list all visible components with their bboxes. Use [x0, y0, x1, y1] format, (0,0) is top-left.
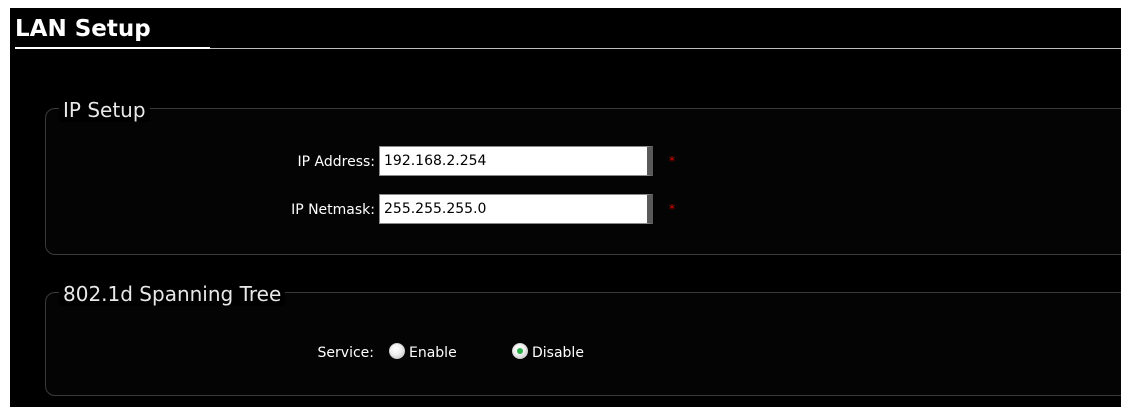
service-enable-label[interactable]: Enable [409, 344, 457, 362]
ip-netmask-input[interactable] [379, 194, 653, 224]
ip-setup-group [45, 108, 1121, 255]
service-disable-label[interactable]: Disable [532, 344, 584, 362]
spanning-tree-legend: 802.1d Spanning Tree [59, 282, 286, 306]
service-label: Service: [317, 345, 374, 361]
service-enable-radio[interactable] [389, 343, 405, 359]
ip-address-required-mark: * [669, 154, 675, 168]
ip-setup-legend: IP Setup [59, 98, 150, 122]
ip-address-input[interactable] [379, 146, 653, 176]
page-title: LAN Setup [15, 16, 151, 42]
ip-address-label: IP Address: [297, 154, 376, 170]
ip-netmask-label: IP Netmask: [291, 202, 375, 218]
title-underline [15, 47, 210, 49]
service-disable-radio[interactable] [512, 343, 528, 359]
radio-selected-dot [517, 348, 523, 354]
ip-netmask-required-mark: * [669, 202, 675, 216]
